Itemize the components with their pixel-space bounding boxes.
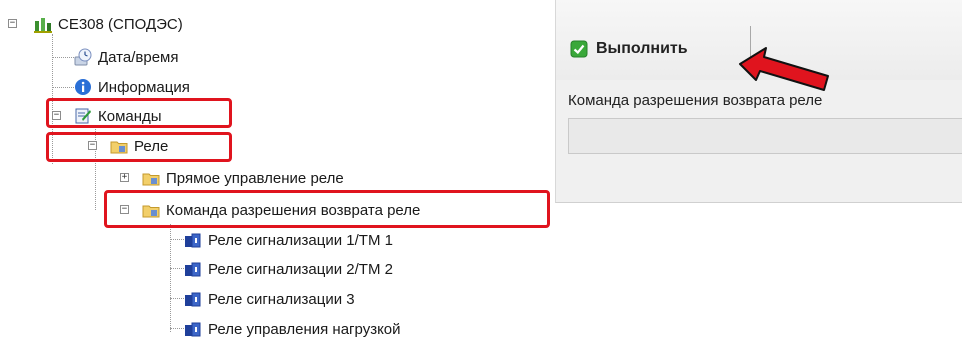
execute-button[interactable]: Выполнить <box>570 34 688 64</box>
tree-node-root[interactable]: − CE308 (СПОДЭС) <box>8 12 183 36</box>
tree-guide-line <box>170 328 184 329</box>
tree-node-label: Дата/время <box>98 48 179 66</box>
tree-node-label: Прямое управление реле <box>166 169 344 187</box>
tree-node-leaf[interactable]: Реле управления нагрузкой <box>184 317 401 341</box>
highlight-box-return-permission <box>104 190 550 228</box>
highlight-box-relay <box>46 132 232 162</box>
device-tree: − CE308 (СПОДЭС) Дата/время Информация −… <box>0 0 560 340</box>
tree-guide-line <box>170 298 184 299</box>
tree-node-label: Реле сигнализации 1/ТМ 1 <box>208 231 393 249</box>
red-arrow-icon <box>739 47 829 91</box>
tree-node-leaf[interactable]: Реле сигнализации 3 <box>184 287 355 311</box>
command-field[interactable] <box>568 118 962 154</box>
tree-node-info[interactable]: Информация <box>74 75 190 99</box>
expand-toggle-icon[interactable]: + <box>120 173 129 182</box>
tree-guide-line <box>52 57 74 58</box>
check-icon <box>570 40 588 58</box>
tree-node-label: Реле сигнализации 3 <box>208 290 355 308</box>
tree-node-datetime[interactable]: Дата/время <box>74 45 178 69</box>
relay-icon <box>184 231 202 249</box>
tree-node-label: Реле сигнализации 2/ТМ 2 <box>208 260 393 278</box>
tree-guide-line <box>170 239 184 240</box>
tree-guide-line <box>52 87 74 88</box>
execute-button-label: Выполнить <box>596 40 688 57</box>
tree-node-label: Информация <box>98 78 190 96</box>
clock-icon <box>74 48 92 66</box>
tree-node-direct-control[interactable]: + Прямое управление реле <box>120 166 344 190</box>
tree-guide-line <box>170 224 171 332</box>
tree-node-label: Реле управления нагрузкой <box>208 320 401 338</box>
relay-icon <box>184 290 202 308</box>
highlight-box-commands <box>46 98 232 128</box>
meter-device-icon <box>34 15 52 33</box>
relay-icon <box>184 320 202 338</box>
info-icon <box>74 78 92 96</box>
folder-icon <box>142 169 160 187</box>
relay-icon <box>184 260 202 278</box>
tree-node-leaf[interactable]: Реле сигнализации 2/ТМ 2 <box>184 257 393 281</box>
collapse-toggle-icon[interactable]: − <box>8 19 17 28</box>
tree-guide-line <box>170 268 184 269</box>
tree-node-label: CE308 (СПОДЭС) <box>58 15 183 33</box>
tree-node-leaf[interactable]: Реле сигнализации 1/ТМ 1 <box>184 228 393 252</box>
